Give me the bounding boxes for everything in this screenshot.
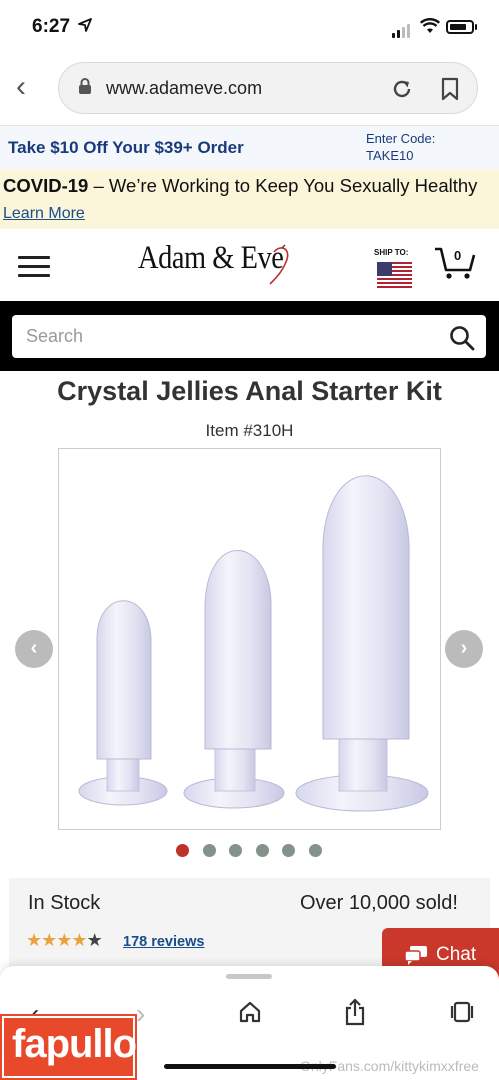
us-flag-icon[interactable] xyxy=(377,262,412,288)
learn-more-link[interactable]: Learn More xyxy=(3,205,85,222)
covid-text: – We’re Working to Keep You Sexually Hea… xyxy=(88,175,478,196)
large-plug-shape xyxy=(295,475,429,812)
carousel-dot[interactable] xyxy=(202,844,216,857)
carousel-dot[interactable] xyxy=(176,844,189,857)
promo-code: Enter Code: TAKE10 xyxy=(366,130,435,164)
battery-icon xyxy=(446,20,474,34)
promo-offer[interactable]: Take $10 Off Your $39+ Order xyxy=(8,138,244,158)
search-icon[interactable] xyxy=(449,325,475,351)
home-icon[interactable] xyxy=(238,1000,262,1024)
search-input[interactable] xyxy=(12,315,486,358)
medium-plug-shape xyxy=(183,550,285,809)
ship-to-label: SHIP TO: xyxy=(374,248,409,257)
status-time: 6:27 xyxy=(32,16,71,37)
toolbar-forward-icon[interactable]: › xyxy=(136,998,145,1030)
url-text[interactable]: www.adameve.com xyxy=(106,78,262,99)
star-icon: ★ xyxy=(71,930,87,950)
watermark-brand: fapullo xyxy=(12,1022,137,1066)
hamburger-menu-icon[interactable] xyxy=(18,256,50,278)
carousel-dot[interactable] xyxy=(255,844,269,857)
reload-icon[interactable] xyxy=(390,77,414,101)
promo-code-label: Enter Code: xyxy=(366,131,436,146)
star-icon: ★ xyxy=(26,930,42,950)
location-arrow-icon xyxy=(78,18,92,32)
cart-count: 0 xyxy=(454,248,462,263)
logo-heart-icon xyxy=(269,244,289,285)
carousel-dot[interactable] xyxy=(282,844,295,857)
sold-count: Over 10,000 sold! xyxy=(300,892,458,914)
promo-code-value: TAKE10 xyxy=(366,148,414,163)
stock-status: In Stock xyxy=(28,892,101,914)
covid-message: COVID-19 – We’re Working to Keep You Sex… xyxy=(3,173,493,227)
product-photo xyxy=(78,475,429,812)
lock-icon xyxy=(79,78,91,94)
carousel-dots xyxy=(176,844,335,862)
covid-bold: COVID-19 xyxy=(3,175,89,196)
battery-tip xyxy=(475,24,477,30)
chat-bubble-icon xyxy=(404,946,427,965)
browser-back-icon[interactable]: ‹ xyxy=(16,72,40,106)
chat-label[interactable]: Chat xyxy=(436,944,476,966)
home-indicator[interactable] xyxy=(164,1064,336,1069)
item-number: Item #310H xyxy=(205,421,294,440)
star-rating: ★★★★★ xyxy=(26,930,103,951)
share-icon[interactable] xyxy=(344,998,366,1026)
carousel-next-button[interactable]: › xyxy=(445,630,483,668)
toolbar-grabber[interactable] xyxy=(226,974,272,979)
half-star-icon: ★ xyxy=(86,930,103,950)
carousel-dot[interactable] xyxy=(229,844,242,857)
small-plug-shape xyxy=(78,600,168,806)
reviews-link[interactable]: 178 reviews xyxy=(123,934,204,950)
bookmark-icon[interactable] xyxy=(440,77,460,101)
site-logo[interactable]: Adam & Eve xyxy=(138,240,284,277)
product-title: Crystal Jellies Anal Starter Kit xyxy=(57,376,442,406)
tabs-icon[interactable] xyxy=(450,1001,474,1023)
wifi-icon xyxy=(420,18,440,33)
cell-signal-icon xyxy=(392,20,412,38)
carousel-prev-button[interactable]: ‹ xyxy=(15,630,53,668)
carousel-dot[interactable] xyxy=(308,844,322,857)
star-icon: ★ xyxy=(41,930,57,950)
product-image[interactable] xyxy=(58,448,441,830)
star-icon: ★ xyxy=(56,930,72,950)
